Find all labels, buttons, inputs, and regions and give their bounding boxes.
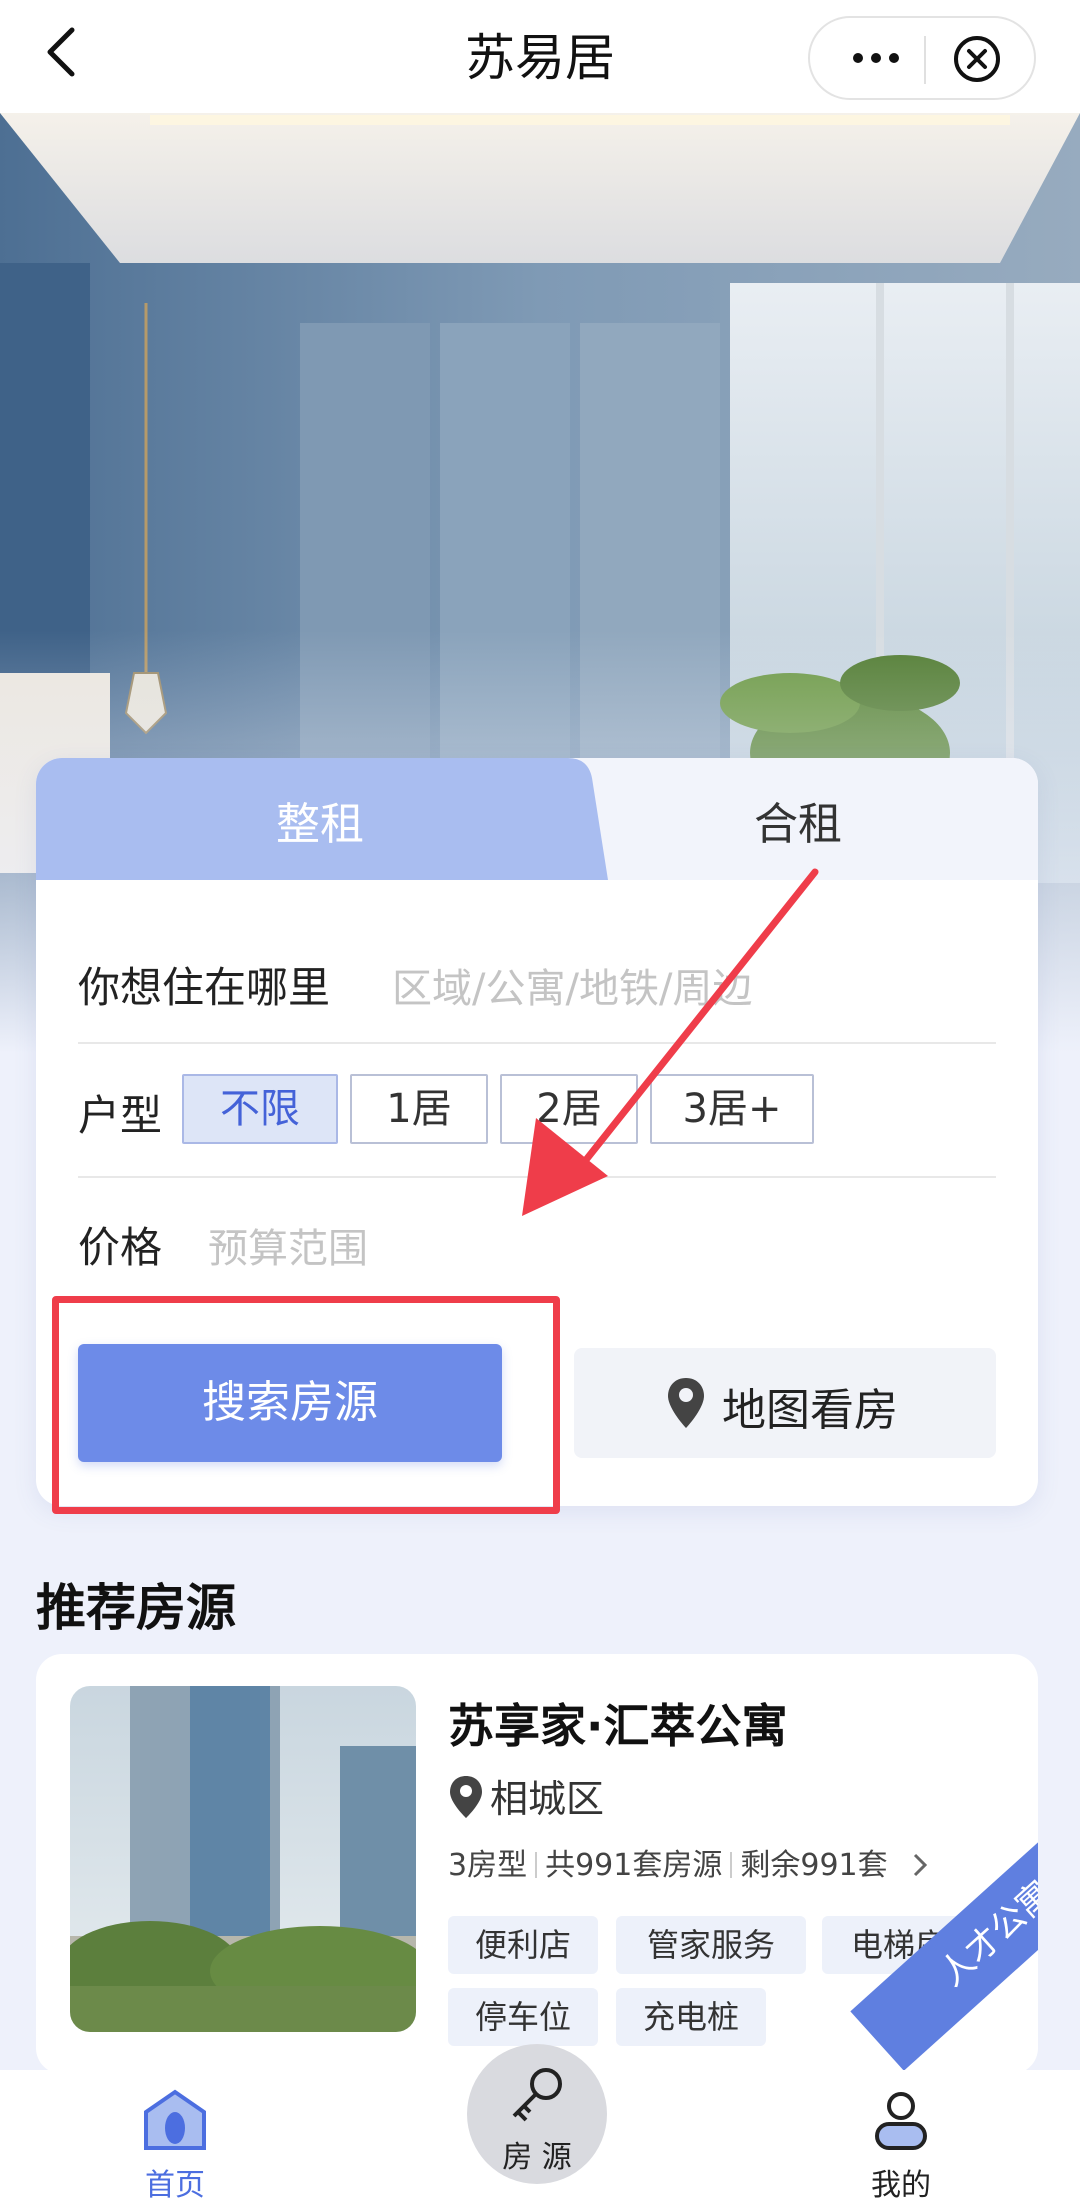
tab-me-label: 我的 xyxy=(871,2168,931,2203)
listing-tag: 停车位 xyxy=(448,1988,598,2046)
layout-label: 户型 xyxy=(78,1091,163,1140)
chevron-right-icon xyxy=(914,1853,928,1877)
location-pin-icon xyxy=(668,1378,704,1428)
bottom-tab-bar: 首页 房 源 我的 xyxy=(0,2044,1080,2210)
layout-option-1[interactable]: 1居 xyxy=(350,1074,488,1144)
listing-remaining: 剩余991套 xyxy=(740,1848,888,1883)
listing-card[interactable]: 苏享家·汇萃公寓 相城区 3房型 共991套房源 剩余991套 便利店 管家服务 电… xyxy=(36,1654,1038,2074)
listing-tag: 充电桩 xyxy=(616,1988,766,2046)
price-label: 价格 xyxy=(78,1223,163,1272)
listing-types: 3房型 xyxy=(448,1848,528,1883)
home-icon xyxy=(144,2089,206,2150)
listing-photo xyxy=(70,1686,416,2032)
price-input[interactable]: 预算范围 xyxy=(208,1216,368,1274)
listing-meta[interactable]: 3房型 共991套房源 剩余991套 xyxy=(448,1840,931,1884)
close-circle-icon[interactable] xyxy=(950,32,1004,86)
listing-name: 苏享家·汇萃公寓 xyxy=(448,1699,788,1753)
user-icon xyxy=(875,2092,927,2150)
tab-listings[interactable]: 房 源 xyxy=(467,2044,607,2184)
map-view-label: 地图看房 xyxy=(722,1385,898,1436)
highlight-box xyxy=(52,1296,560,1514)
tab-home[interactable]: 首页 xyxy=(130,2088,220,2204)
map-view-button[interactable]: 地图看房 xyxy=(574,1348,996,1458)
location-label: 你想住在哪里 xyxy=(78,963,331,1012)
listing-tag: 便利店 xyxy=(448,1916,598,1974)
tab-home-label: 首页 xyxy=(145,2168,205,2203)
recommended-section-title: 推荐房源 xyxy=(36,1579,236,1637)
top-nav-bar: 苏易居 xyxy=(0,0,1080,113)
listing-total: 共991套房源 xyxy=(545,1848,723,1883)
listing-location: 相城区 xyxy=(448,1768,604,1823)
tab-whole-rent[interactable]: 整租 xyxy=(276,788,364,852)
listing-tag: 管家服务 xyxy=(616,1916,806,1974)
location-pin-icon xyxy=(450,1776,482,1818)
capsule-divider xyxy=(924,36,926,84)
tab-me[interactable]: 我的 xyxy=(856,2088,946,2204)
key-icon xyxy=(512,2068,562,2122)
layout-option-any[interactable]: 不限 xyxy=(182,1074,338,1144)
tab-shared-rent[interactable]: 合租 xyxy=(754,788,842,852)
annotation-arrow-icon xyxy=(522,868,819,1216)
listing-district: 相城区 xyxy=(490,1777,605,1821)
mini-program-capsule xyxy=(808,16,1036,100)
more-dots-icon[interactable] xyxy=(842,36,922,80)
tab-listings-label: 房 源 xyxy=(502,2140,572,2175)
